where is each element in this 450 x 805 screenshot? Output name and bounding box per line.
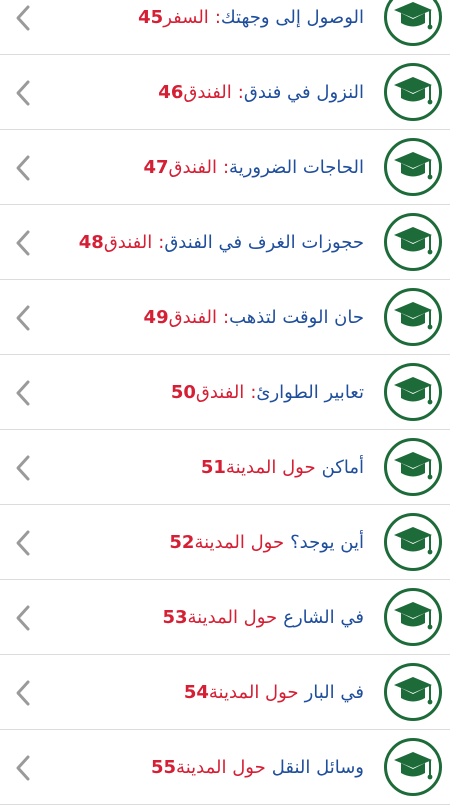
lesson-category: الفندق: [168, 307, 218, 328]
list-item[interactable]: 51 حول المدينة أماكن: [0, 430, 450, 505]
graduation-cap-icon: [384, 363, 442, 421]
list-item[interactable]: 45 السفر: الوصول إلى وجهتك: [0, 0, 450, 55]
list-item[interactable]: 54 حول المدينة في البار: [0, 655, 450, 730]
graduation-cap-icon: [384, 63, 442, 121]
chevron-left-icon: [12, 304, 34, 332]
chevron-left-icon: [12, 604, 34, 632]
lesson-category: حول المدينة: [176, 757, 266, 778]
lesson-topic: الوصول إلى وجهتك: [220, 7, 364, 28]
list-item[interactable]: 47 الفندق: الحاجات الضرورية: [0, 130, 450, 205]
lesson-number: 50: [170, 382, 196, 403]
lesson-number: 54: [183, 682, 209, 703]
lesson-category: حول المدينة: [208, 682, 299, 703]
lesson-category: حول المدينة: [225, 457, 316, 478]
lesson-separator: :: [158, 232, 165, 253]
list-item[interactable]: 46 الفندق: النزول في فندق: [0, 55, 450, 130]
lesson-topic: حجوزات الغرف في الفندق: [164, 232, 364, 253]
list-item[interactable]: 50 الفندق: تعابير الطوارئ: [0, 355, 450, 430]
lesson-number: 51: [200, 457, 226, 478]
lesson-title: 51 حول المدينة أماكن: [195, 430, 364, 505]
graduation-cap-icon: [384, 438, 442, 496]
chevron-left-icon: [12, 4, 34, 32]
graduation-cap-icon: [384, 288, 442, 346]
lesson-separator: :: [214, 7, 221, 28]
lesson-separator: :: [237, 82, 244, 103]
graduation-cap-icon: [384, 738, 442, 796]
lesson-number: 47: [143, 157, 169, 178]
lesson-title: 49 الفندق: حان الوقت لتذهب: [138, 280, 364, 355]
lesson-topic: أماكن: [321, 457, 364, 478]
lesson-number: 45: [138, 7, 164, 28]
lesson-category: الفندق: [183, 82, 232, 103]
lesson-title: 50 الفندق: تعابير الطوارئ: [165, 355, 364, 430]
graduation-cap-icon: [384, 213, 442, 271]
lesson-number: 52: [169, 532, 195, 553]
lesson-category: الفندق: [103, 232, 153, 253]
list-item[interactable]: 48 الفندق: حجوزات الغرف في الفندق: [0, 205, 450, 280]
lesson-category: حول المدينة: [187, 607, 278, 628]
chevron-left-icon: [12, 454, 34, 482]
graduation-cap-icon: [384, 138, 442, 196]
lesson-title: 52 حول المدينة أين يوجد؟: [163, 505, 364, 580]
lesson-separator: :: [222, 157, 230, 178]
lesson-number: 48: [78, 232, 104, 253]
lesson-topic: في البار: [304, 682, 364, 703]
lesson-number: 53: [162, 607, 188, 628]
lesson-topic: النزول في فندق: [243, 82, 364, 103]
lesson-topic: وسائل النقل: [271, 757, 364, 778]
lesson-category: حول المدينة: [194, 532, 285, 553]
lesson-title: 46 الفندق: النزول في فندق: [152, 55, 364, 130]
lesson-category: الفندق: [195, 382, 245, 403]
lesson-title: 55 حول المدينة وسائل النقل: [145, 730, 364, 805]
lesson-number: 46: [158, 82, 184, 103]
lesson-title: 48 الفندق: حجوزات الغرف في الفندق: [73, 205, 364, 280]
chevron-left-icon: [12, 754, 34, 782]
graduation-cap-icon: [384, 588, 442, 646]
lesson-separator: :: [250, 382, 257, 403]
lesson-topic: تعابير الطوارئ: [256, 382, 364, 403]
chevron-left-icon: [12, 679, 34, 707]
graduation-cap-icon: [384, 513, 442, 571]
lesson-category: الفندق: [168, 157, 217, 178]
lesson-title: 45 السفر: الوصول إلى وجهتك: [132, 0, 364, 55]
list-item[interactable]: 55 حول المدينة وسائل النقل: [0, 730, 450, 805]
lesson-title: 47 الفندق: الحاجات الضرورية: [137, 130, 364, 205]
list-item[interactable]: 52 حول المدينة أين يوجد؟: [0, 505, 450, 580]
chevron-left-icon: [12, 79, 34, 107]
graduation-cap-icon: [384, 0, 442, 46]
lesson-separator: :: [223, 307, 230, 328]
lesson-title: 54 حول المدينة في البار: [178, 655, 364, 730]
lesson-title: 53 حول المدينة في الشارع: [156, 580, 364, 655]
graduation-cap-icon: [384, 663, 442, 721]
list-item[interactable]: 53 حول المدينة في الشارع: [0, 580, 450, 655]
lesson-list: 45 السفر: الوصول إلى وجهتك 46 الفندق: النزول…: [0, 0, 450, 805]
lesson-number: 55: [150, 757, 177, 778]
chevron-left-icon: [12, 154, 34, 182]
lesson-topic: أين يوجد؟: [290, 532, 364, 553]
lesson-category: السفر: [163, 7, 209, 28]
list-item[interactable]: 49 الفندق: حان الوقت لتذهب: [0, 280, 450, 355]
chevron-left-icon: [12, 529, 34, 557]
chevron-left-icon: [12, 229, 34, 257]
lesson-topic: في الشارع: [283, 607, 364, 628]
lesson-number: 49: [143, 307, 169, 328]
lesson-topic: الحاجات الضرورية: [229, 157, 364, 178]
chevron-left-icon: [12, 379, 34, 407]
lesson-topic: حان الوقت لتذهب: [229, 307, 364, 328]
